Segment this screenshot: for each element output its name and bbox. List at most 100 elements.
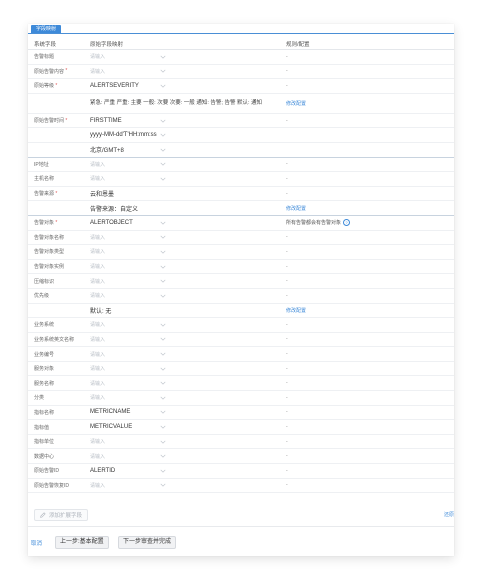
source-field-select[interactable]: 请输入 [90,65,168,79]
row-label: 优先级 [34,289,90,303]
source-field-select[interactable]: 北京/GMT+8 [90,143,168,157]
row-label-text: 指标单位 [34,439,55,446]
required-mark: * [64,117,68,124]
table-row: 告警来源：自定义 修改配置 [28,201,454,216]
rule-cell: - [286,420,446,434]
source-field-select[interactable]: METRICVALUE [90,420,168,434]
source-field-select[interactable]: ALERTOBJECT [90,216,168,230]
source-field-placeholder: 请输入 [90,336,106,343]
row-label-text: 服务名称 [34,380,55,387]
rule-cell: - [286,289,446,303]
source-field-placeholder: 请输入 [90,453,106,460]
rule-text: - [286,53,288,60]
rule-cell: - [286,187,446,201]
edit-config-link[interactable]: 修改配置 [286,307,306,314]
chevron-down-icon [160,352,166,356]
edit-config-link[interactable]: 修改配置 [286,205,306,212]
source-field-select[interactable]: 请输入 [90,391,168,405]
source-field-select[interactable]: METRICNAME [90,406,168,420]
source-field-select[interactable]: 请输入 [90,245,168,259]
row-label-text: 业务编号 [34,351,55,358]
rule-text: - [286,394,288,401]
source-cell: 请输入 [90,65,286,79]
source-field-select[interactable]: FIRSTTIME [90,114,168,128]
rule-cell: - [286,274,446,288]
source-cell: 请输入 [90,50,286,64]
rule-text: 所有告警都会有告警对象 [286,220,342,227]
row-label-text: 服务对象 [34,366,55,373]
add-extension-field-label: 添加扩展字段 [49,513,83,519]
row-label-text: 告警对象类型 [34,249,65,256]
source-field-select[interactable]: 请输入 [90,449,168,463]
rule-cell: - [286,158,446,172]
source-field-select[interactable]: 请输入 [90,376,168,390]
rule-cell: - [286,50,446,64]
source-field-select[interactable]: 请输入 [90,347,168,361]
source-field-select[interactable]: 请输入 [90,260,168,274]
pencil-icon [40,512,46,518]
source-field-select[interactable]: yyyy-MM-dd'T'HH:mm:ss [90,128,168,142]
prev-step-button[interactable]: 上一步:基本配置 [55,536,109,549]
source-field-select[interactable]: 请输入 [90,231,168,245]
rule-cell: - [286,114,446,128]
source-field-select[interactable]: 请输入 [90,362,168,376]
rule-text: - [286,82,288,89]
source-field-select[interactable]: 请输入 [90,333,168,347]
restore-link[interactable]: 还原 [444,511,454,518]
edit-config-link[interactable]: 修改配置 [286,100,306,107]
source-field-placeholder: 请输入 [90,439,106,446]
rule-cell: - [286,435,446,449]
row-label-text: 主机名称 [34,176,55,183]
source-text: 紧急: 严重 严重: 主要 一般: 次要 次要: 一般 通知: 告警; 告警 默… [90,100,263,107]
source-field-select[interactable]: 请输入 [90,289,168,303]
tab-field-mapping[interactable]: 字段映射 [31,25,62,33]
add-extension-field-button[interactable]: 添加扩展字段 [34,509,89,521]
source-field-select[interactable]: 请输入 [90,479,168,493]
source-field-select[interactable]: 请输入 [90,318,168,332]
rule-cell: 修改配置 [286,94,446,113]
source-cell: ALERTOBJECT [90,216,286,230]
source-field-select[interactable]: 请输入 [90,274,168,288]
cancel-button[interactable]: 取消 [31,539,42,547]
chevron-down-icon [160,84,166,88]
chevron-down-icon [160,294,166,298]
rule-text: - [286,453,288,460]
source-field-select[interactable]: 请输入 [90,435,168,449]
chevron-down-icon [160,279,166,283]
table-row: 业务系统 请输入 - [28,318,454,333]
rule-cell: - [286,245,446,259]
tab-bar: 字段映射 [28,24,454,34]
table-row: 分类 请输入 - [28,391,454,406]
source-field-select[interactable]: 请输入 [90,158,168,172]
row-label: 指标值 [34,420,90,434]
chevron-down-icon [160,454,166,458]
rule-cell [286,143,446,157]
header-system-field: 系统字段 [34,41,57,48]
rule-cell: - [286,406,446,420]
next-step-button[interactable]: 下一步审查并完成 [118,536,177,549]
table-row: 数据中心 请输入 - [28,449,454,465]
rule-cell: - [286,65,446,79]
row-label: 原始等级 * [34,79,90,93]
row-label-text: 原始等级 [34,83,55,90]
source-cell: 请输入 [90,158,286,172]
source-cell: 紧急: 严重 严重: 主要 一般: 次要 次要: 一般 通知: 告警; 告警 默… [90,94,286,113]
table-row: 告警标题 请输入 - [28,50,454,65]
source-field-select[interactable]: ALERTID [90,464,168,478]
row-label: 主机名称 [34,172,90,186]
source-cell: 请输入 [90,333,286,347]
source-field-select[interactable]: 请输入 [90,172,168,186]
source-text: 告警来源：自定义 [90,206,139,213]
rule-text: - [286,248,288,255]
source-field-select[interactable]: ALERTSEVERITY [90,79,168,93]
table-row: 原始告警内容 * 请输入 - [28,65,454,80]
source-field-placeholder: 请输入 [90,482,106,489]
source-field-select[interactable]: 请输入 [90,50,168,64]
rule-cell: - [286,79,446,93]
source-field-placeholder: 请输入 [90,395,106,402]
source-field-placeholder: 请输入 [90,161,106,168]
rule-text: - [286,409,288,416]
table-row: 告警对象名称 请输入 - [28,231,454,246]
rule-cell: - [286,260,446,274]
help-circle-icon[interactable]: ? [343,219,351,227]
